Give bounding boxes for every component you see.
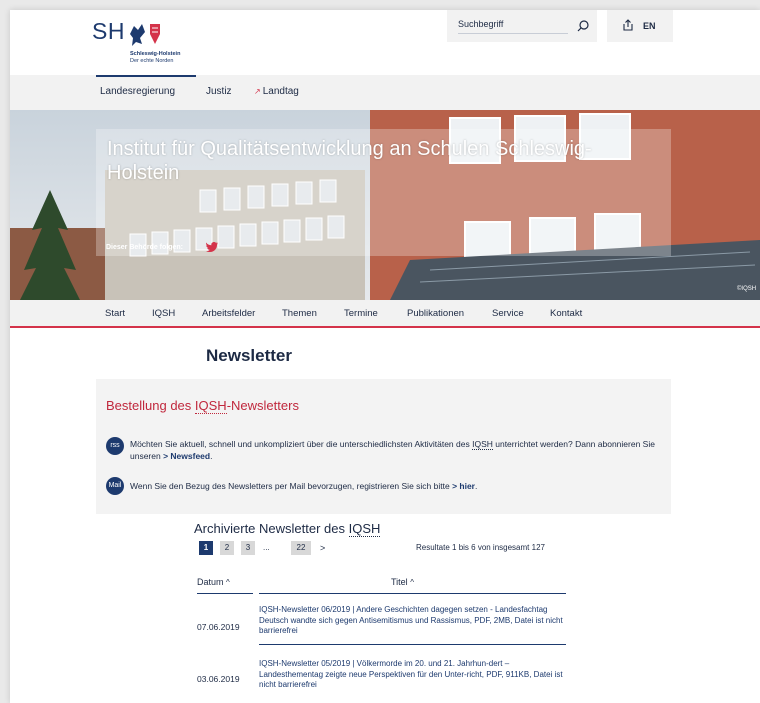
column-label: Datum bbox=[197, 577, 224, 587]
pagination-ellipsis: ... bbox=[263, 543, 270, 552]
results-count: Resultate 1 bis 6 von insgesamt 127 bbox=[416, 543, 545, 552]
twitter-icon[interactable] bbox=[206, 242, 218, 252]
hero-banner: Institut für Qualitätsentwicklung an Sch… bbox=[10, 110, 760, 300]
newsletter-link[interactable]: IQSH-Newsletter 06/2019 | Andere Geschic… bbox=[259, 605, 569, 637]
rss-text-end: . bbox=[210, 451, 213, 461]
row-date: 03.06.2019 bbox=[197, 674, 240, 684]
newsletter-order-panel: Bestellung des IQSH-Newsletters rss Möch… bbox=[96, 379, 671, 514]
panel-title: Bestellung des IQSH-Newsletters bbox=[106, 398, 299, 414]
acronym: IQSH bbox=[472, 439, 493, 450]
page-heading: Institut für Qualitätsentwicklung an Sch… bbox=[107, 138, 592, 184]
photo-credit: ©IQSH bbox=[737, 286, 757, 292]
follow-label: Dieser Behörde folgen: bbox=[106, 244, 184, 251]
panel-title-prefix: Bestellung des bbox=[106, 398, 195, 413]
header: SH Schleswig-Holstein Der echte Norden S… bbox=[10, 10, 760, 75]
logo-name: Schleswig-Holstein bbox=[130, 51, 181, 57]
newsletter-link[interactable]: IQSH-Newsletter 05/2019 | Völkermorde im… bbox=[259, 659, 569, 691]
topnav-item-label: Landtag bbox=[262, 86, 299, 97]
rss-text: Möchten Sie aktuell, schnell und unkompl… bbox=[130, 438, 670, 462]
external-link-icon: ↗ bbox=[254, 87, 261, 96]
mainnav-item-themen[interactable]: Themen bbox=[282, 308, 317, 319]
language-switch[interactable]: EN bbox=[643, 21, 656, 31]
archive-title: Archivierte Newsletter des IQSH bbox=[194, 521, 381, 537]
page-button-3[interactable]: 3 bbox=[241, 541, 255, 555]
logo-tagline: Der echte Norden bbox=[130, 58, 174, 64]
page-title: Newsletter bbox=[206, 346, 292, 365]
next-page-icon[interactable]: > bbox=[320, 541, 325, 555]
top-navigation: Landesregierung Justiz ↗ Landtag bbox=[10, 75, 760, 110]
topnav-item-landtag[interactable]: ↗ Landtag bbox=[254, 86, 299, 97]
rss-icon: rss bbox=[106, 437, 124, 455]
acronym: IQSH bbox=[348, 521, 381, 537]
hero-title-box: Institut für Qualitätsentwicklung an Sch… bbox=[96, 129, 671, 256]
archive-title-prefix: Archivierte Newsletter des bbox=[194, 521, 349, 536]
mainnav-item-service[interactable]: Service bbox=[492, 308, 524, 319]
search-input[interactable] bbox=[458, 19, 568, 34]
page-button-1[interactable]: 1 bbox=[199, 541, 213, 555]
column-label: Titel bbox=[391, 577, 408, 587]
page-button-last[interactable]: 22 bbox=[291, 541, 311, 555]
mainnav-item-kontakt[interactable]: Kontakt bbox=[550, 308, 582, 319]
main-navigation: Start IQSH Arbeitsfelder Themen Termine … bbox=[10, 300, 760, 328]
divider bbox=[259, 644, 566, 645]
mainnav-item-start[interactable]: Start bbox=[105, 308, 125, 319]
column-header-date[interactable]: Datum ^ bbox=[197, 577, 230, 587]
page-button-2[interactable]: 2 bbox=[220, 541, 234, 555]
topnav-item-justiz[interactable]: Justiz bbox=[206, 86, 232, 97]
row-date: 07.06.2019 bbox=[197, 622, 240, 632]
coat-of-arms-icon bbox=[130, 24, 160, 46]
search-icon[interactable] bbox=[575, 18, 591, 34]
acronym: IQSH bbox=[194, 398, 227, 414]
divider bbox=[197, 593, 253, 594]
mainnav-item-arbeitsfelder[interactable]: Arbeitsfelder bbox=[202, 308, 255, 319]
register-link[interactable]: > hier bbox=[452, 481, 475, 491]
share-icon[interactable] bbox=[621, 18, 635, 32]
newsfeed-link[interactable]: > Newsfeed bbox=[163, 451, 210, 461]
divider bbox=[259, 593, 566, 594]
language-box: EN bbox=[607, 10, 673, 42]
rss-text-part: Möchten Sie aktuell, schnell und unkompl… bbox=[130, 439, 473, 449]
sort-icon: ^ bbox=[410, 578, 414, 587]
search-box bbox=[447, 10, 597, 42]
mail-icon: Mail bbox=[106, 477, 124, 495]
column-header-title[interactable]: Titel ^ bbox=[391, 577, 414, 587]
mainnav-item-iqsh[interactable]: IQSH bbox=[152, 308, 175, 319]
mainnav-item-termine[interactable]: Termine bbox=[344, 308, 378, 319]
mainnav-item-publikationen[interactable]: Publikationen bbox=[407, 308, 464, 319]
active-indicator bbox=[96, 75, 196, 77]
logo-text: SH bbox=[92, 18, 125, 44]
panel-title-suffix: -Newsletters bbox=[226, 398, 299, 413]
topnav-item-landesregierung[interactable]: Landesregierung bbox=[100, 86, 175, 97]
mail-text-end: . bbox=[474, 481, 478, 491]
page: SH Schleswig-Holstein Der echte Norden S… bbox=[10, 10, 760, 703]
sort-icon: ^ bbox=[226, 578, 230, 587]
mail-text-part: Wenn Sie den Bezug des Newsletters per M… bbox=[130, 481, 453, 491]
mail-text: Wenn Sie den Bezug des Newsletters per M… bbox=[130, 480, 670, 492]
